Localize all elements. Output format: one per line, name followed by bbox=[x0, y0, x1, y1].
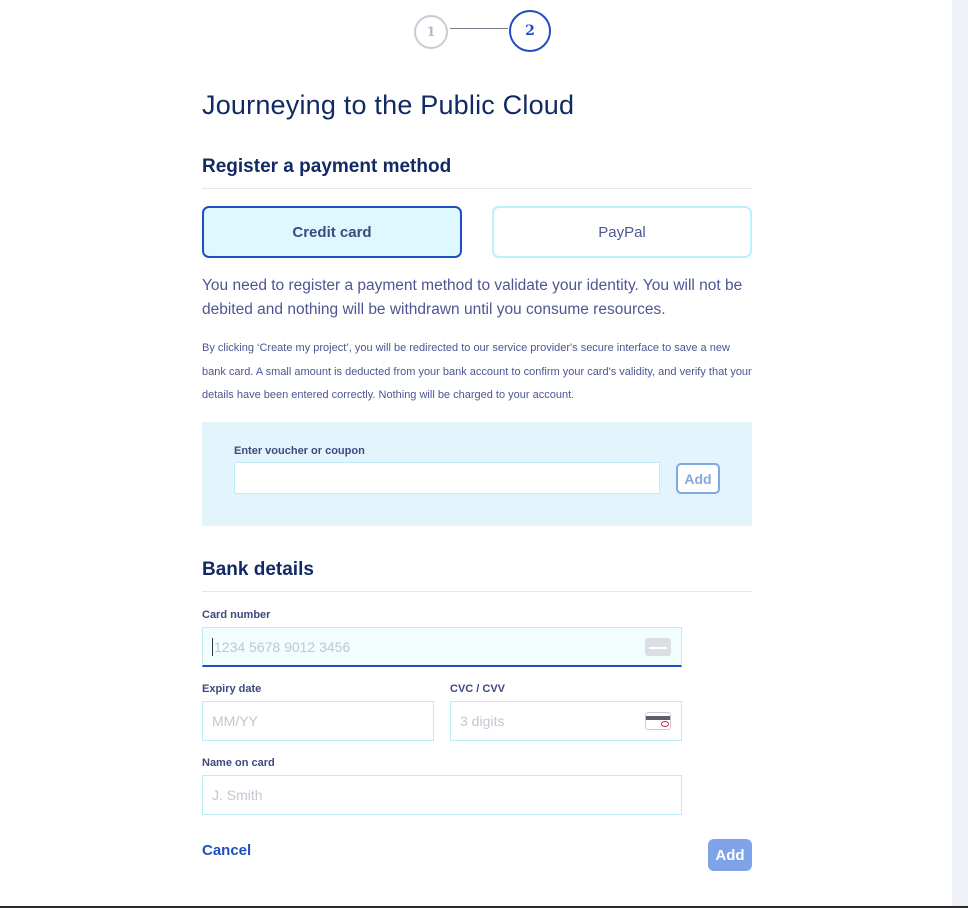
cvc-input[interactable]: 3 digits bbox=[450, 701, 682, 741]
payment-section-divider bbox=[202, 188, 752, 189]
page-title: Journeying to the Public Cloud bbox=[202, 90, 575, 120]
paypal-option-label: PayPal bbox=[598, 223, 646, 241]
credit-card-option-label: Credit card bbox=[292, 223, 372, 241]
payment-notice-text: By clicking ‘Create my project’, you wil… bbox=[202, 342, 752, 401]
cvc-label: CVC / CVV bbox=[450, 683, 506, 695]
progress-stepper: 1 2 bbox=[0, 10, 968, 54]
payment-intro-text: You need to register a payment method to… bbox=[202, 277, 743, 318]
card-cvc-icon bbox=[645, 712, 671, 730]
name-on-card-label: Name on card bbox=[202, 757, 275, 769]
voucher-label: Enter voucher or coupon bbox=[234, 445, 365, 457]
text-caret bbox=[212, 637, 213, 656]
bank-section-title: Bank details bbox=[202, 559, 314, 580]
expiry-date-placeholder: MM/YY bbox=[212, 713, 258, 729]
step-connector bbox=[450, 28, 508, 29]
card-number-input[interactable]: 1234 5678 9012 3456 bbox=[202, 627, 682, 667]
step-2-label: 2 bbox=[525, 23, 535, 39]
step-1-indicator[interactable]: 1 bbox=[414, 15, 448, 49]
card-number-label: Card number bbox=[202, 609, 271, 621]
payment-section-title: Register a payment method bbox=[202, 156, 452, 177]
bank-section-divider bbox=[202, 591, 752, 592]
expiry-date-label: Expiry date bbox=[202, 683, 262, 695]
page-scroll-gutter bbox=[952, 0, 968, 908]
name-on-card-placeholder: J. Smith bbox=[212, 787, 263, 803]
voucher-input[interactable] bbox=[234, 462, 660, 494]
credit-card-option[interactable]: Credit card bbox=[202, 206, 462, 258]
expiry-date-input[interactable]: MM/YY bbox=[202, 701, 434, 741]
credit-card-icon bbox=[645, 638, 671, 656]
voucher-add-button[interactable]: Add bbox=[676, 463, 720, 494]
add-payment-label: Add bbox=[715, 846, 745, 864]
voucher-add-label: Add bbox=[684, 470, 712, 487]
paypal-option[interactable]: PayPal bbox=[492, 206, 752, 258]
add-payment-button[interactable]: Add bbox=[708, 839, 752, 871]
name-on-card-input[interactable]: J. Smith bbox=[202, 775, 682, 815]
card-number-placeholder: 1234 5678 9012 3456 bbox=[214, 638, 351, 655]
step-1-label: 1 bbox=[426, 24, 436, 40]
step-2-indicator: 2 bbox=[509, 10, 551, 52]
cancel-link[interactable]: Cancel bbox=[202, 842, 251, 859]
voucher-panel: Enter voucher or coupon Add bbox=[202, 422, 752, 526]
cvc-placeholder: 3 digits bbox=[460, 713, 505, 729]
